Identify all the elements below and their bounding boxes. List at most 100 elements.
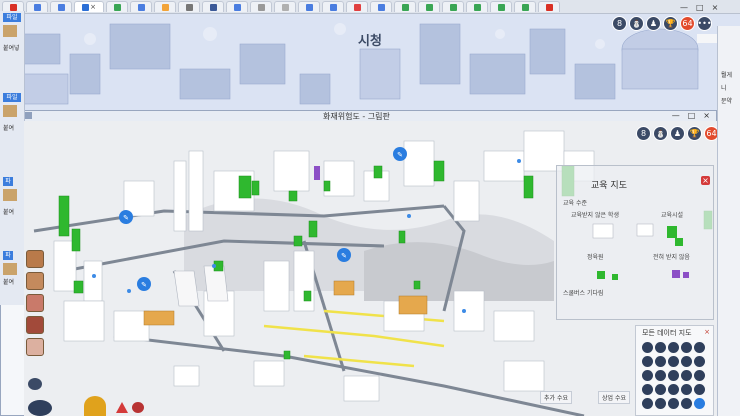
data-map-button[interactable] bbox=[668, 370, 679, 381]
browser-tab[interactable] bbox=[370, 1, 392, 12]
clipboard-icon[interactable] bbox=[3, 189, 17, 201]
alert-icon[interactable] bbox=[116, 402, 128, 413]
browser-tab[interactable] bbox=[226, 1, 248, 12]
data-map-button[interactable] bbox=[668, 342, 679, 353]
simcity-globe-icon[interactable]: 8 bbox=[636, 126, 651, 141]
browser-tab[interactable] bbox=[178, 1, 200, 12]
data-map-button[interactable] bbox=[642, 370, 653, 381]
mayor-hardhat-icon[interactable] bbox=[84, 396, 106, 416]
browser-tab[interactable] bbox=[250, 1, 272, 12]
data-map-button[interactable] bbox=[642, 384, 653, 395]
svg-text:✎: ✎ bbox=[123, 214, 129, 222]
right-sidebar: 뭘게 니 문약 bbox=[717, 26, 740, 416]
google-icon bbox=[33, 3, 41, 11]
simcity-globe-icon[interactable]: 8 bbox=[612, 16, 627, 31]
more-menu-icon[interactable]: ••• bbox=[697, 16, 712, 31]
game-top-toolbar: 8 ⛄ ♟ 🏆 64 ••• bbox=[636, 126, 717, 141]
browser-tab[interactable] bbox=[418, 1, 440, 12]
browser-tab[interactable] bbox=[50, 1, 72, 12]
data-map-button[interactable] bbox=[655, 356, 666, 367]
close-button[interactable]: × bbox=[703, 328, 711, 336]
browser-tab[interactable] bbox=[202, 1, 224, 12]
trophy-icon[interactable]: 🏆 bbox=[663, 16, 678, 31]
data-map-button[interactable] bbox=[681, 398, 692, 409]
alert-badge-icon[interactable] bbox=[132, 402, 144, 413]
player-icon[interactable]: ♟ bbox=[670, 126, 685, 141]
notifications-icon[interactable]: 64 bbox=[704, 126, 717, 141]
browser-tab[interactable] bbox=[394, 1, 416, 12]
browser-tab[interactable] bbox=[298, 1, 320, 12]
data-map-button[interactable] bbox=[694, 398, 705, 409]
paste-button[interactable]: 붙여 bbox=[3, 123, 14, 132]
data-map-button[interactable] bbox=[642, 342, 653, 353]
snowman-icon[interactable]: ⛄ bbox=[629, 16, 644, 31]
settings-icon[interactable] bbox=[28, 378, 42, 390]
minimize-button[interactable]: — bbox=[672, 111, 680, 120]
browser-tab[interactable] bbox=[130, 1, 152, 12]
residential-demand-label: 추가 수요 bbox=[540, 391, 572, 404]
browser-tab[interactable] bbox=[466, 1, 488, 12]
data-map-button[interactable] bbox=[694, 356, 705, 367]
browser-tab[interactable] bbox=[490, 1, 512, 12]
data-map-button[interactable] bbox=[668, 384, 679, 395]
trophy-icon[interactable]: 🏆 bbox=[687, 126, 702, 141]
google-icon bbox=[329, 3, 337, 11]
data-map-button[interactable] bbox=[655, 384, 666, 395]
data-map-button[interactable] bbox=[642, 356, 653, 367]
browser-tab[interactable] bbox=[26, 1, 48, 12]
browser-tab[interactable] bbox=[346, 1, 368, 12]
data-map-button[interactable] bbox=[681, 342, 692, 353]
snowman-icon[interactable]: ⛄ bbox=[653, 126, 668, 141]
paste-button[interactable]: 붙여 bbox=[3, 207, 14, 216]
data-map-button[interactable] bbox=[655, 398, 666, 409]
avatar[interactable] bbox=[26, 250, 44, 268]
data-map-button[interactable] bbox=[642, 398, 653, 409]
browser-tab[interactable] bbox=[514, 1, 536, 12]
tab-file[interactable]: 파일 bbox=[3, 13, 21, 22]
maximize-button[interactable]: □ bbox=[696, 3, 704, 12]
minimize-button[interactable]: — bbox=[680, 3, 688, 12]
clipboard-icon[interactable] bbox=[3, 263, 17, 275]
redo-icon[interactable] bbox=[25, 112, 32, 119]
data-map-button[interactable] bbox=[694, 370, 705, 381]
avatar[interactable] bbox=[26, 294, 44, 312]
globe-icon[interactable] bbox=[28, 400, 52, 416]
city-top-toolbar: 8 ⛄ ♟ 🏆 64 ••• bbox=[612, 16, 712, 31]
data-map-button[interactable] bbox=[681, 384, 692, 395]
data-map-button[interactable] bbox=[681, 370, 692, 381]
clipboard-icon[interactable] bbox=[3, 25, 17, 37]
data-map-button[interactable] bbox=[694, 342, 705, 353]
maximize-button[interactable]: □ bbox=[688, 111, 696, 120]
avatar[interactable] bbox=[26, 338, 44, 356]
clipboard-icon[interactable] bbox=[3, 105, 17, 117]
paste-button[interactable]: 붙여넣 bbox=[3, 43, 20, 52]
data-map-button[interactable] bbox=[668, 398, 679, 409]
browser-tab[interactable]: × bbox=[74, 1, 104, 12]
browser-tab[interactable] bbox=[322, 1, 344, 12]
avatar[interactable] bbox=[26, 272, 44, 290]
tab-file[interactable]: 파 bbox=[3, 177, 13, 186]
avatar[interactable] bbox=[26, 316, 44, 334]
data-map-button[interactable] bbox=[668, 356, 679, 367]
page-title: 시청 bbox=[358, 34, 382, 49]
tab-file[interactable]: 파 bbox=[3, 251, 13, 260]
close-button[interactable]: × bbox=[712, 3, 719, 12]
player-icon[interactable]: ♟ bbox=[646, 16, 661, 31]
browser-tab[interactable] bbox=[154, 1, 176, 12]
close-tab-icon[interactable]: × bbox=[90, 3, 96, 11]
browser-tab[interactable] bbox=[106, 1, 128, 12]
browser-tab[interactable] bbox=[442, 1, 464, 12]
browser-tab[interactable] bbox=[538, 1, 560, 12]
notifications-icon[interactable]: 64 bbox=[680, 16, 695, 31]
tab-file[interactable]: 파일 bbox=[3, 93, 21, 102]
close-button[interactable]: × bbox=[703, 111, 710, 120]
data-map-button[interactable] bbox=[655, 342, 666, 353]
data-map-button[interactable] bbox=[655, 370, 666, 381]
data-map-button[interactable] bbox=[681, 356, 692, 367]
google-icon bbox=[137, 3, 145, 11]
browser-tab-strip: × bbox=[0, 0, 740, 14]
browser-tab[interactable] bbox=[274, 1, 296, 12]
side-label: 문약 bbox=[721, 98, 733, 105]
data-map-button[interactable] bbox=[694, 384, 705, 395]
paste-button[interactable]: 붙여 bbox=[3, 277, 14, 286]
